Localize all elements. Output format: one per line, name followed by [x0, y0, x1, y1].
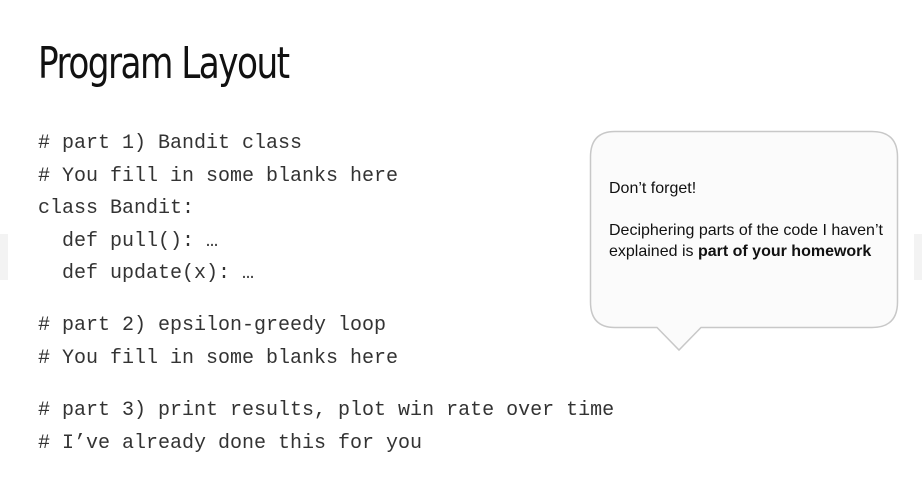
code-line: # You fill in some blanks here: [38, 346, 399, 370]
code-line: def update(x): …: [38, 262, 255, 285]
code-line: # part 3) print results, plot win rate o…: [38, 399, 615, 422]
code-line: # part 1) Bandit class: [38, 132, 303, 155]
code-block-bandit-class: # part 1) Bandit class # You fill in some…: [38, 128, 398, 291]
callout-body-emphasis: part of your homework: [697, 243, 872, 260]
callout-body: Deciphering parts of the code I haven’t …: [609, 220, 889, 262]
code-block-print-results: # part 3) print results, plot win rate o…: [38, 395, 614, 460]
right-edge-handle[interactable]: [914, 234, 922, 280]
code-line: # I’ve already done this for you: [38, 431, 423, 455]
left-edge-handle[interactable]: [0, 234, 8, 280]
callout-heading: Don’t forget!: [609, 180, 697, 197]
slide-title: Program Layout: [38, 38, 290, 89]
code-block-epsilon-greedy-loop: # part 2) epsilon-greedy loop # You fill …: [38, 310, 398, 375]
code-line: # part 2) epsilon-greedy loop: [38, 314, 387, 337]
callout-text: Don’t forget! Deciphering parts of the c…: [609, 178, 889, 262]
code-line: class Bandit:: [38, 197, 195, 220]
slide: Program Layout # part 1) Bandit class # Y…: [0, 0, 922, 497]
speech-bubble-callout: Don’t forget! Deciphering parts of the c…: [589, 130, 899, 355]
code-line: def pull(): …: [38, 229, 219, 253]
code-line: # You fill in some blanks here: [38, 164, 399, 188]
